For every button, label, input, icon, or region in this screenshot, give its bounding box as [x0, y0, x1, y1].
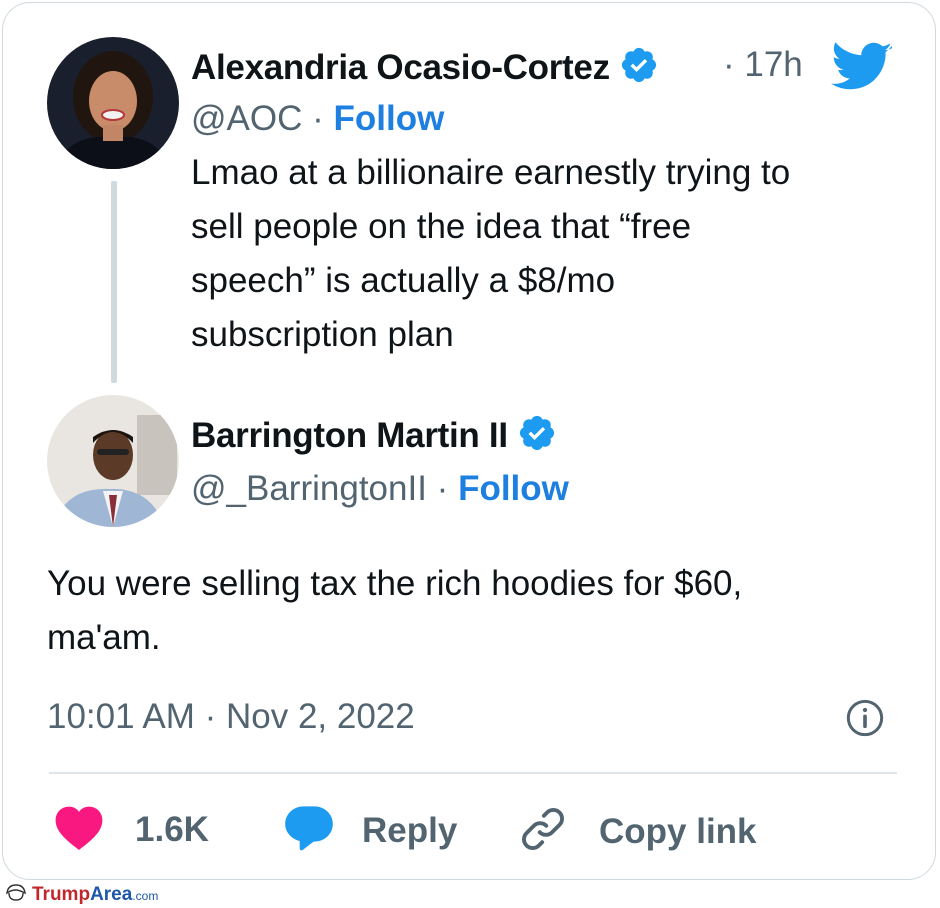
tweet-line: ma'am. — [47, 618, 161, 657]
author-name-aoc[interactable]: Alexandria Ocasio-Cortez — [191, 45, 659, 94]
tweet-line: speech” is actually a $8/mo — [191, 261, 616, 300]
verified-badge-icon — [517, 413, 557, 462]
info-icon[interactable] — [845, 698, 885, 743]
follow-button-barrington[interactable]: Follow — [458, 469, 569, 508]
watermark-text-3: .com — [132, 889, 159, 903]
tweet-line: You were selling tax the rich hoodies fo… — [47, 564, 743, 603]
time-ago: · 17h — [723, 45, 803, 84]
tweet-text-aoc: Lmao at a billionaire earnestly trying t… — [191, 146, 911, 362]
like-count: 1.6K — [135, 809, 209, 849]
thread-connector-line — [111, 181, 117, 383]
handle-line-barrington: @_BarringtonII · Follow — [191, 469, 569, 509]
heart-icon — [53, 803, 105, 856]
reply-button[interactable]: Reply — [283, 803, 457, 858]
divider — [49, 772, 897, 774]
trumparea-logo-icon — [4, 882, 28, 908]
tweet-line: sell people on the idea that “free — [191, 207, 692, 246]
separator-dot: · — [436, 469, 449, 508]
avatar-aoc[interactable] — [47, 37, 179, 169]
handle-line-aoc: @AOC · Follow — [191, 99, 444, 139]
tweet-card: Alexandria Ocasio-Cortez · 17h @AOC · Fo… — [2, 2, 936, 880]
separator-dot: · — [312, 99, 324, 138]
reply-bubble-icon — [283, 803, 335, 858]
tweet-timestamp[interactable]: 10:01 AM · Nov 2, 2022 — [47, 697, 415, 737]
follow-button-aoc[interactable]: Follow — [334, 99, 445, 138]
twitter-bird-icon[interactable] — [831, 41, 893, 100]
watermark-text-2: Area — [90, 884, 133, 905]
handle-aoc[interactable]: @AOC — [191, 99, 302, 138]
author-name-barrington[interactable]: Barrington Martin II — [191, 413, 557, 462]
handle-barrington[interactable]: @_BarringtonII — [191, 469, 427, 508]
verified-badge-icon — [619, 45, 659, 94]
avatar-barrington[interactable] — [47, 395, 179, 527]
watermark-text-1: Trump — [32, 884, 91, 905]
tweet-line: subscription plan — [191, 315, 454, 354]
watermark-logo: TrumpArea.com — [4, 884, 158, 906]
tweet-line: Lmao at a billionaire earnestly trying t… — [191, 153, 791, 192]
copy-link-button[interactable]: Copy link — [517, 803, 757, 860]
tweet-text-barrington: You were selling tax the rich hoodies fo… — [47, 557, 907, 665]
link-icon — [517, 803, 569, 860]
copy-link-label: Copy link — [599, 811, 757, 851]
like-button[interactable]: 1.6K — [53, 803, 209, 856]
reply-label: Reply — [362, 810, 458, 850]
